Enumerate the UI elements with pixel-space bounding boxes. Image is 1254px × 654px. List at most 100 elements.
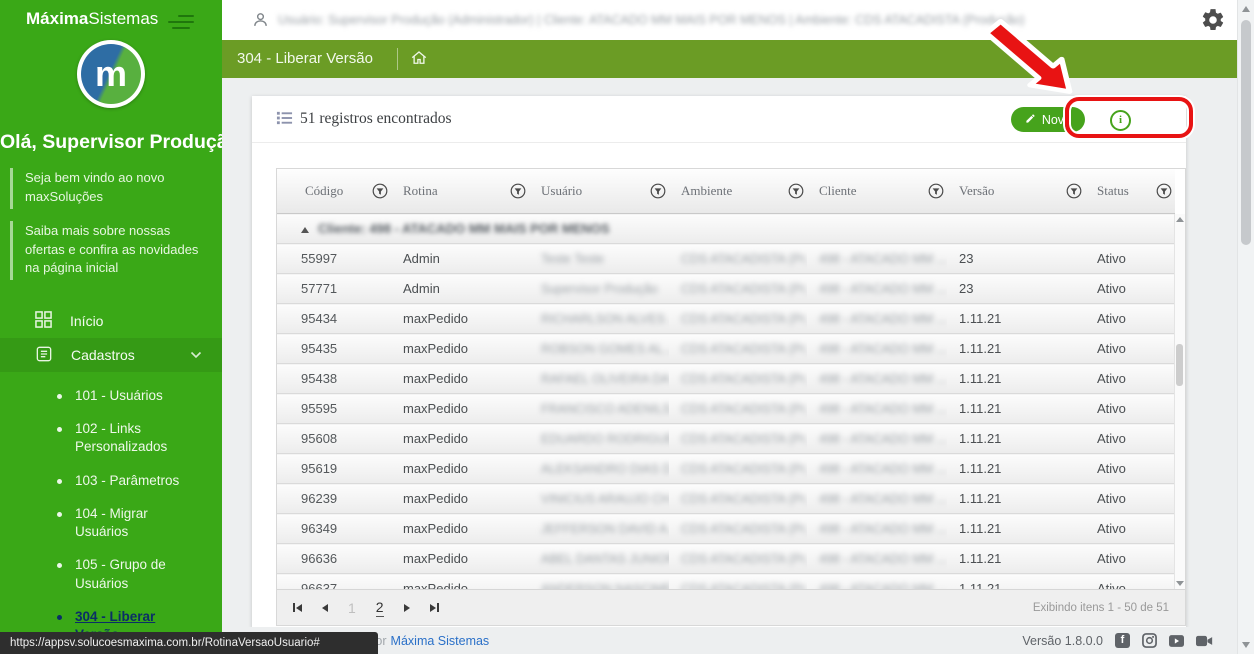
column-header-ambiente[interactable]: Ambiente [669,169,807,214]
table-row[interactable]: 55997AdminTeste TesteCDS ATACADISTA (Pr.… [277,244,1175,274]
next-page-button[interactable] [404,604,410,612]
filter-icon[interactable] [372,183,388,199]
info-icon[interactable]: i [1110,110,1131,131]
cell-ambiente: CDS ATACADISTA (Pr... [669,424,807,454]
column-header-status[interactable]: Status [1085,169,1175,214]
cell-rotina: maxPedido [391,544,529,574]
sidebar-submenu-item[interactable]: 103 - Parâmetros [0,472,222,490]
cell-codigo: 96239 [277,484,391,514]
column-header-versão[interactable]: Versão [947,169,1085,214]
hamburger-icon[interactable] [168,15,198,31]
gear-icon[interactable] [1200,7,1226,33]
table-row[interactable]: 95434maxPedidoRICHARLSON ALVES ...CDS AT… [277,304,1175,334]
cell-versao: 1.11.21 [947,514,1085,544]
session-info-text: Usuário: Supervisor Produção (Administra… [278,0,1025,40]
cell-codigo: 95608 [277,424,391,454]
column-header-label: Cliente [819,183,857,198]
scroll-down-icon[interactable] [1176,581,1184,586]
cell-usuario: RICHARLSON ALVES ... [529,304,669,334]
group-row[interactable]: Cliente: 498 - ATACADO MM MAIS POR MENOS [277,214,1175,244]
page-button-2[interactable]: 2 [376,599,384,617]
collapse-group-icon[interactable] [301,227,309,233]
new-record-button[interactable]: Novo [1011,107,1085,132]
cell-cliente: 498 - ATACADO MM ... [807,424,947,454]
cell-cliente: 498 - ATACADO MM ... [807,394,947,424]
facebook-icon[interactable]: f [1115,633,1130,648]
cell-rotina: Admin [391,244,529,274]
column-header-cliente[interactable]: Cliente [807,169,947,214]
filter-icon[interactable] [510,183,526,199]
user-greeting: Olá, Supervisor Produção [0,131,222,154]
cell-cliente: 498 - ATACADO MM ... [807,544,947,574]
cell-status: Ativo [1085,244,1175,274]
cell-status: Ativo [1085,394,1175,424]
company-logo: m [77,40,145,108]
cell-cliente: 498 - ATACADO MM ... [807,364,947,394]
cell-usuario: ROBSON GOMES AL... [529,334,669,364]
sidebar-submenu-item[interactable]: 101 - Usuários [0,387,222,405]
last-page-button[interactable] [430,603,439,612]
cell-usuario: VINICIUS ARAUJO CH... [529,484,669,514]
cell-rotina: maxPedido [391,514,529,544]
scroll-up-icon[interactable] [1242,6,1250,12]
page-scrollbar[interactable] [1237,0,1254,654]
sidebar-item-inicio[interactable]: Início [0,304,222,338]
table-row[interactable]: 96636maxPedidoABEL DANTAS JUNIORCDS ATAC… [277,544,1175,574]
filter-icon[interactable] [788,183,804,199]
scroll-up-icon[interactable] [1176,217,1184,222]
column-header-label: Código [305,183,343,198]
cell-codigo: 96636 [277,544,391,574]
table-row[interactable]: 96349maxPedidoJEFFERSON DAVID A...CDS AT… [277,514,1175,544]
table-row[interactable]: 96239maxPedidoVINICIUS ARAUJO CH...CDS A… [277,484,1175,514]
brand-footer-link[interactable]: Máxima Sistemas [391,634,490,648]
table-row[interactable]: 95619maxPedidoALEKSANDRO DIAS D...CDS AT… [277,454,1175,484]
filter-icon[interactable] [1066,183,1082,199]
cell-cliente: 498 - ATACADO MM ... [807,244,947,274]
cell-cliente: 498 - ATACADO MM ... [807,274,947,304]
scroll-down-icon[interactable] [1242,642,1250,648]
sidebar-item-cadastros[interactable]: Cadastros [0,338,222,372]
user-icon [252,11,269,33]
welcome-note: Saiba mais sobre nossas ofertas e confir… [10,221,214,281]
grid-body: Cliente: 498 - ATACADO MM MAIS POR MENOS… [277,214,1175,604]
home-icon[interactable] [410,49,428,72]
instagram-icon[interactable] [1142,633,1157,648]
sidebar-item-label: Cadastros [71,347,135,363]
column-header-código[interactable]: Código [277,169,391,214]
page-scrollbar-thumb[interactable] [1241,20,1251,245]
sidebar-submenu-item[interactable]: 105 - Grupo de Usuários [0,556,222,592]
first-page-button[interactable] [293,603,302,612]
cell-usuario: Supervisor Produção [529,274,669,304]
cell-ambiente: CDS ATACADISTA (Pr... [669,274,807,304]
logo-letter: m [95,56,127,92]
page-button-1[interactable]: 1 [348,600,356,616]
cell-versao: 1.11.21 [947,394,1085,424]
previous-page-button[interactable] [322,604,328,612]
cell-usuario: ABEL DANTAS JUNIOR [529,544,669,574]
grid-scrollbar-thumb[interactable] [1176,344,1183,386]
cell-usuario: RAFAEL OLIVEIRA DA ... [529,364,669,394]
records-count-label: 51 registros encontrados [300,96,452,142]
column-header-label: Versão [959,183,994,198]
table-row[interactable]: 95608maxPedidoEDUARDO RODRIGUE...CDS ATA… [277,424,1175,454]
youtube-icon[interactable] [1169,635,1184,647]
cell-cliente: 498 - ATACADO MM ... [807,484,947,514]
grid-scrollbar[interactable] [1174,214,1185,589]
cell-codigo: 55997 [277,244,391,274]
sidebar-submenu-item[interactable]: 102 - Links Personalizados [0,420,222,456]
cell-ambiente: CDS ATACADISTA (Pr... [669,394,807,424]
cell-ambiente: CDS ATACADISTA (Pr... [669,454,807,484]
filter-icon[interactable] [650,183,666,199]
column-header-usuário[interactable]: Usuário [529,169,669,214]
video-icon[interactable] [1196,635,1213,647]
table-row[interactable]: 95595maxPedidoFRANCISCO ADENILS...CDS AT… [277,394,1175,424]
table-row[interactable]: 95435maxPedidoROBSON GOMES AL...CDS ATAC… [277,334,1175,364]
table-row[interactable]: 57771AdminSupervisor ProduçãoCDS ATACADI… [277,274,1175,304]
version-label: Versão 1.8.0.0 [1022,634,1103,648]
filter-icon[interactable] [928,183,944,199]
table-row[interactable]: 95438maxPedidoRAFAEL OLIVEIRA DA ...CDS … [277,364,1175,394]
cell-rotina: maxPedido [391,364,529,394]
filter-icon[interactable] [1156,183,1172,199]
sidebar-submenu-item[interactable]: 104 - Migrar Usuários [0,505,222,541]
column-header-rotina[interactable]: Rotina [391,169,529,214]
